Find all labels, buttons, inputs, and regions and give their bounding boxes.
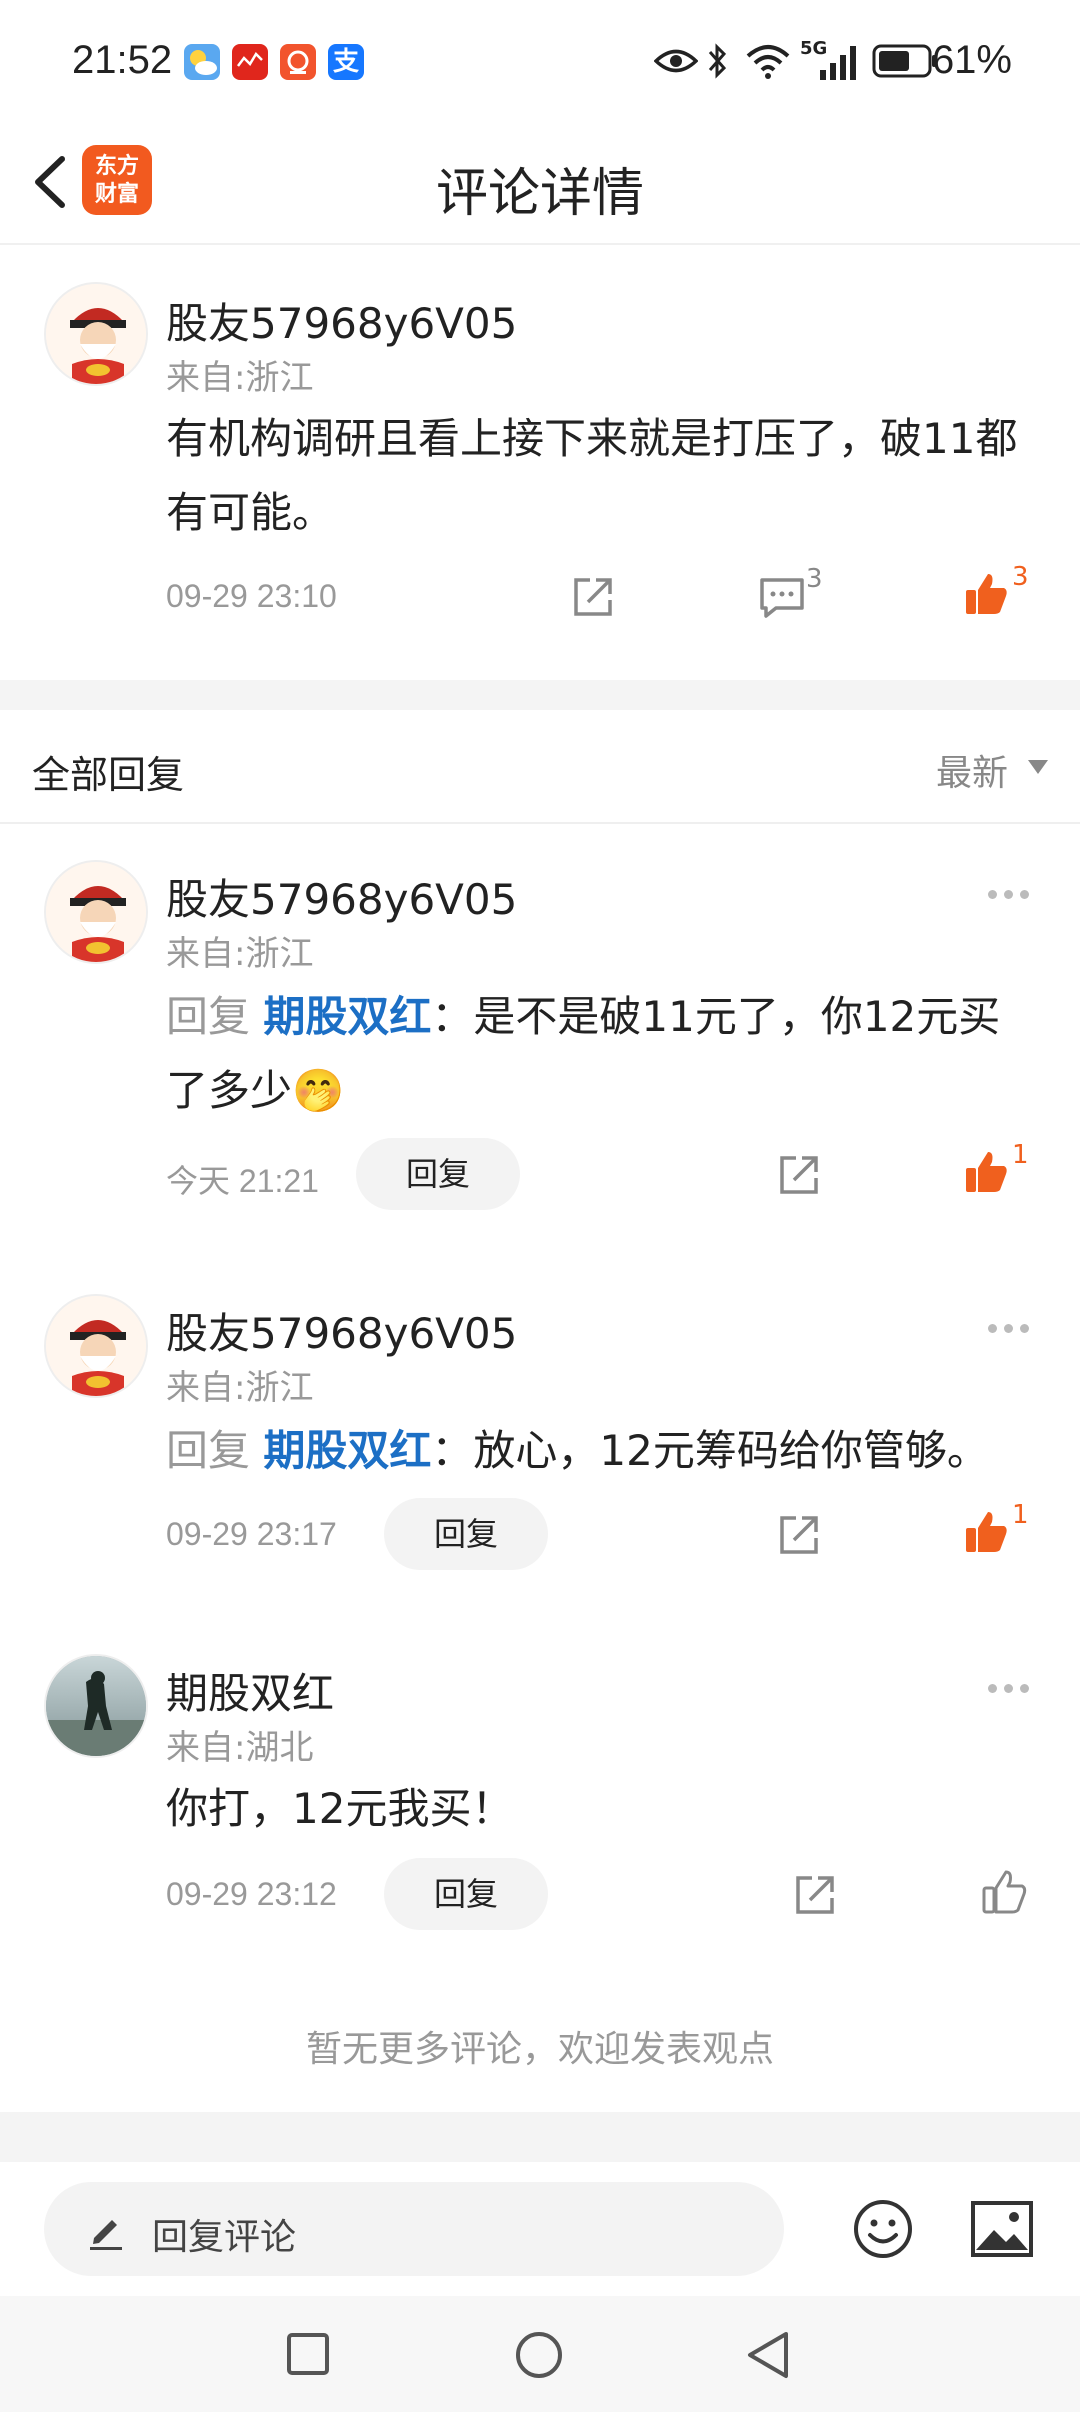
chevron-down-icon[interactable] <box>1028 760 1048 774</box>
weather-icon <box>184 44 220 80</box>
comment-count: 3 <box>806 564 823 594</box>
image-icon[interactable] <box>970 2200 1034 2258</box>
reply-button[interactable]: 回复 <box>384 1858 548 1930</box>
signal-icon <box>820 46 856 80</box>
like-icon[interactable] <box>962 1148 1010 1196</box>
wifi-icon <box>746 45 790 79</box>
emoji-icon[interactable] <box>852 2198 914 2260</box>
avatar[interactable] <box>44 860 148 964</box>
share-icon[interactable] <box>570 574 616 620</box>
like-icon[interactable] <box>962 1508 1010 1556</box>
location: 来自:浙江 <box>166 358 314 398</box>
reply-prefix: 回复 <box>166 1426 264 1475</box>
avatar[interactable] <box>44 1294 148 1398</box>
reply-text: ：放心，12元筹码给你管够。 <box>431 1426 989 1475</box>
reply-time: 09-29 23:12 <box>166 1876 337 1912</box>
location: 来自:浙江 <box>166 1368 314 1408</box>
share-icon[interactable] <box>792 1872 838 1918</box>
more-options-icon[interactable] <box>988 1318 1038 1333</box>
reply-content: 回复 期股双红：放心，12元筹码给你管够。 <box>166 1414 1056 1488</box>
music-icon <box>280 44 316 80</box>
more-options-icon[interactable] <box>988 884 1038 899</box>
comment-content: 有机构调研且看上接下来就是打压了，破11都有可能。 <box>166 414 1018 537</box>
bottom-divider <box>0 2112 1080 2162</box>
reply-content: 你打，12元我买！ <box>166 1784 514 1833</box>
sort-dropdown[interactable]: 最新 <box>936 744 1008 796</box>
replies-header: 全部回复 最新 <box>0 710 1080 824</box>
battery-percent: 61% <box>931 38 1012 82</box>
comment-icon[interactable] <box>758 574 806 620</box>
username[interactable]: 期股双红 <box>166 1660 334 1721</box>
reply-prefix: 回复 <box>166 992 264 1041</box>
edit-pencil-icon <box>90 2220 122 2250</box>
share-icon[interactable] <box>776 1512 822 1558</box>
section-divider <box>0 680 1080 710</box>
news-icon <box>232 44 268 80</box>
mention-link[interactable]: 期股双红 <box>263 992 431 1041</box>
battery-icon <box>872 44 936 78</box>
reply-input[interactable]: 回复评论 <box>44 2182 784 2276</box>
top-app-bar: 东方 财富 评论详情 <box>0 125 1080 245</box>
home-circle-icon[interactable] <box>514 2330 564 2380</box>
section-title: 全部回复 <box>32 753 185 797</box>
like-outline-icon[interactable] <box>980 1868 1028 1916</box>
reply-content: 回复 期股双红：是不是破11元了，你12元买了多少🤭 <box>166 980 1016 1128</box>
no-more-comments-note: 暂无更多评论，欢迎发表观点 <box>305 2029 774 2070</box>
username[interactable]: 股友57968y6V05 <box>166 290 517 351</box>
location: 来自:浙江 <box>166 934 314 974</box>
back-triangle-icon[interactable] <box>744 2330 792 2380</box>
more-options-icon[interactable] <box>988 1678 1038 1693</box>
reply-button[interactable]: 回复 <box>356 1138 520 1210</box>
username[interactable]: 股友57968y6V05 <box>166 1300 517 1361</box>
comment-time: 09-29 23:10 <box>166 578 337 614</box>
username[interactable]: 股友57968y6V05 <box>166 866 517 927</box>
bluetooth-icon <box>708 43 727 79</box>
alipay-icon: 支 <box>328 44 364 80</box>
reply-button[interactable]: 回复 <box>384 1498 548 1570</box>
recent-apps-square-icon[interactable] <box>286 2332 330 2376</box>
reply-time: 今天 21:21 <box>166 1163 319 1199</box>
like-icon[interactable] <box>962 570 1010 618</box>
avatar[interactable] <box>44 1654 148 1758</box>
page-title: 评论详情 <box>435 164 644 224</box>
mention-link[interactable]: 期股双红 <box>263 1426 431 1475</box>
bottom-input-bar: 回复评论 <box>0 2162 1080 2296</box>
avatar[interactable] <box>44 282 148 386</box>
share-icon[interactable] <box>776 1152 822 1198</box>
status-time: 21:52 <box>72 38 173 82</box>
status-bar: 21:52 支 5G 61% <box>0 0 1080 125</box>
like-count: 3 <box>1012 562 1029 592</box>
like-count: 1 <box>1012 1500 1029 1530</box>
reply-time: 09-29 23:17 <box>166 1516 337 1552</box>
eye-icon <box>654 49 698 73</box>
like-count: 1 <box>1012 1140 1029 1170</box>
system-nav-bar <box>0 2296 1080 2412</box>
location: 来自:湖北 <box>166 1728 314 1768</box>
reply-input-placeholder: 回复评论 <box>152 2217 297 2258</box>
